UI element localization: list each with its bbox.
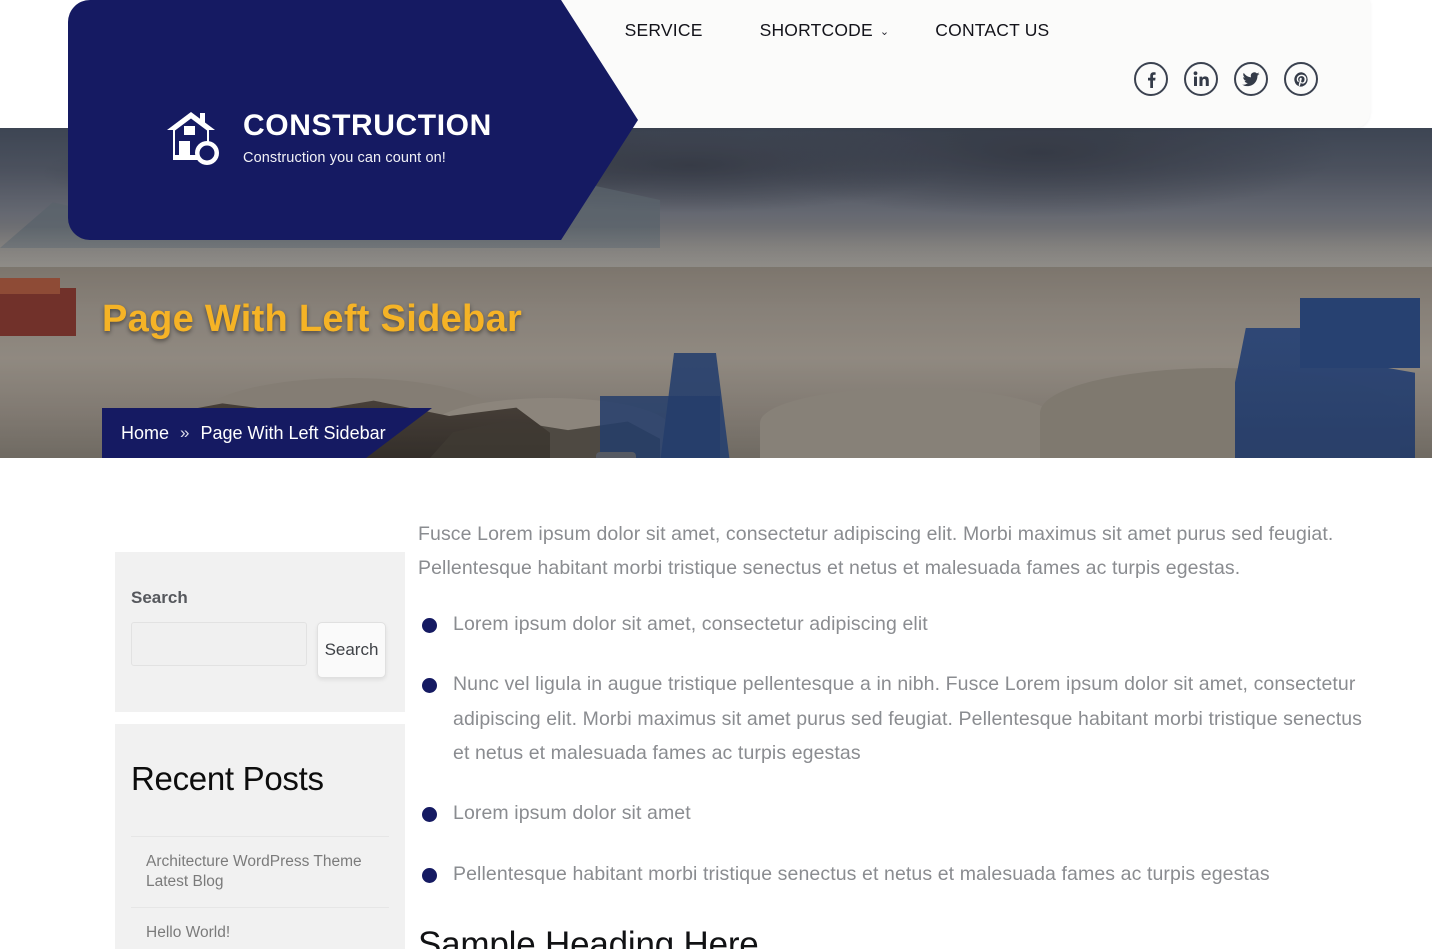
list-item: Nunc vel ligula in augue tristique pelle… — [418, 667, 1383, 770]
logo-tagline: Construction you can count on! — [243, 149, 446, 166]
page-content: Search Search Recent Posts Architecture … — [0, 458, 1432, 949]
list-item: Lorem ipsum dolor sit amet, consectetur … — [418, 607, 1383, 641]
nav-label: CONTACT US — [935, 20, 1050, 40]
breadcrumb-current: Page With Left Sidebar — [200, 422, 386, 443]
recent-posts-widget: Recent Posts Architecture WordPress Them… — [115, 724, 405, 949]
main-content: Fusce Lorem ipsum dolor sit amet, consec… — [418, 518, 1383, 949]
page-root: Home ABOUT US PAGE ⌄ BLOG ⌄ SERVICE SHO — [0, 0, 1432, 949]
search-widget: Search Search — [115, 552, 405, 712]
facebook-icon[interactable] — [1134, 62, 1168, 96]
nav-label: SHORTCODE — [759, 20, 873, 40]
breadcrumb-list: Home » Page With Left Sidebar — [102, 423, 386, 444]
logo-title: CONSTRUCTION — [243, 108, 492, 142]
nav-item-contact-us[interactable]: CONTACT US — [935, 18, 1049, 43]
chevron-down-icon: ⌄ — [879, 26, 890, 38]
list-item[interactable]: Architecture WordPress Theme Latest Blog — [131, 836, 389, 907]
bullet-list: Lorem ipsum dolor sit amet, consectetur … — [418, 607, 1383, 891]
breadcrumb-home[interactable]: Home — [121, 423, 169, 444]
list-item: Lorem ipsum dolor sit amet — [418, 796, 1383, 830]
nav-item-shortcode[interactable]: SHORTCODE ⌄ — [760, 18, 890, 43]
linkedin-icon[interactable] — [1184, 62, 1218, 96]
logo-banner[interactable]: CONSTRUCTION Construction you can count … — [68, 0, 638, 240]
logo-text: CONSTRUCTION Construction you can count … — [243, 108, 492, 166]
lead-paragraph: Fusce Lorem ipsum dolor sit amet, consec… — [418, 523, 1334, 579]
breadcrumb-separator-icon: » — [180, 423, 190, 442]
social-links — [1134, 62, 1318, 96]
page-title: Page With Left Sidebar — [102, 298, 523, 340]
search-widget-title: Search — [131, 588, 188, 607]
list-item[interactable]: Hello World! — [131, 906, 389, 949]
nav-item-service[interactable]: SERVICE — [625, 18, 703, 43]
logo[interactable]: CONSTRUCTION Construction you can count … — [163, 110, 492, 166]
search-input[interactable] — [131, 622, 307, 666]
twitter-icon[interactable] — [1234, 62, 1268, 96]
search-button[interactable]: Search — [317, 622, 386, 678]
nav-label: SERVICE — [624, 20, 703, 40]
list-item: Pellentesque habitant morbi tristique se… — [418, 857, 1383, 891]
recent-posts-list: Architecture WordPress Theme Latest Blog… — [131, 836, 389, 949]
search-form: Search — [131, 622, 389, 678]
recent-posts-title: Recent Posts — [131, 760, 324, 797]
section-heading: Sample Heading Here — [418, 924, 759, 949]
house-tool-icon — [167, 112, 219, 165]
pinterest-icon[interactable] — [1284, 62, 1318, 96]
left-sidebar: Search Search Recent Posts Architecture … — [115, 552, 405, 949]
